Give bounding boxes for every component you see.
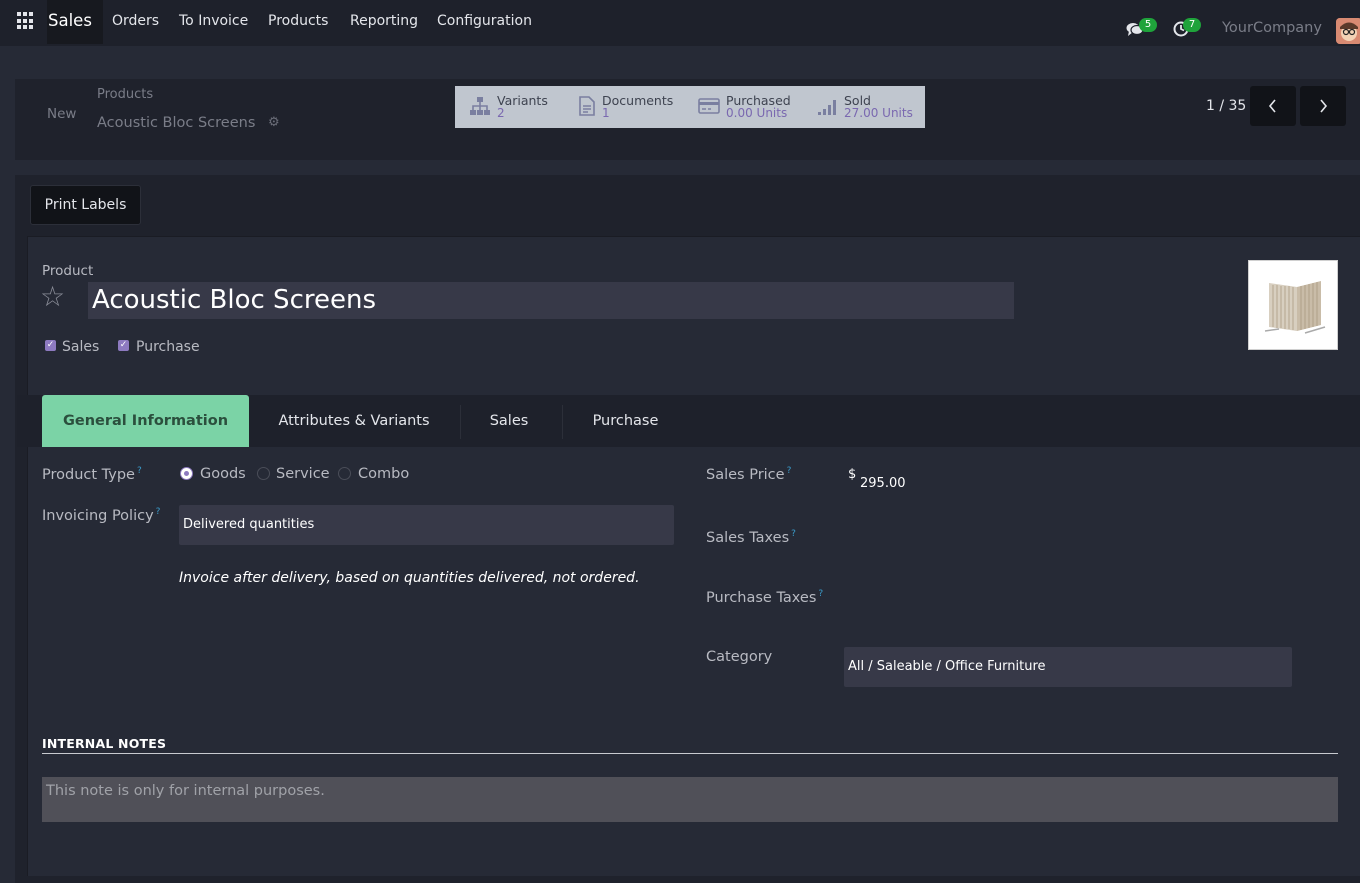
purchase-checkbox-label: Purchase xyxy=(136,339,200,355)
signal-bars-icon xyxy=(818,100,836,115)
menu-configuration[interactable]: Configuration xyxy=(437,0,532,44)
favorite-star-icon[interactable]: ☆ xyxy=(40,282,65,312)
document-icon xyxy=(579,96,595,116)
invoicing-policy-label: Invoicing Policy? xyxy=(42,507,161,524)
radio-goods[interactable] xyxy=(180,467,193,480)
print-labels-button[interactable]: Print Labels xyxy=(30,185,141,225)
radio-goods-label[interactable]: Goods xyxy=(200,466,246,482)
chevron-right-icon xyxy=(1320,99,1328,113)
help-icon[interactable]: ? xyxy=(818,589,823,599)
product-image[interactable] xyxy=(1248,260,1338,350)
app-brand[interactable]: Sales xyxy=(47,0,103,44)
tab-divider xyxy=(562,405,563,439)
sales-price-input[interactable]: 295.00 xyxy=(860,476,906,491)
help-icon[interactable]: ? xyxy=(787,466,792,476)
help-icon[interactable]: ? xyxy=(156,507,161,517)
category-label: Category xyxy=(706,649,773,665)
tab-attributes-variants[interactable]: Attributes & Variants xyxy=(264,395,444,447)
breadcrumb-current: Acoustic Bloc Screens xyxy=(97,115,256,131)
top-navbar: Sales Orders To Invoice Products Reporti… xyxy=(0,0,1360,46)
tab-divider xyxy=(460,405,461,439)
variants-smart-button[interactable]: Variants 2 xyxy=(469,86,579,128)
product-label: Product xyxy=(42,263,94,279)
documents-smart-button[interactable]: Documents 1 xyxy=(576,86,686,128)
tab-general-information[interactable]: General Information xyxy=(42,395,249,447)
help-icon[interactable]: ? xyxy=(137,466,142,476)
menu-reporting[interactable]: Reporting xyxy=(350,0,418,44)
tab-purchase[interactable]: Purchase xyxy=(578,395,673,447)
radio-combo-label[interactable]: Combo xyxy=(358,466,409,482)
help-icon[interactable]: ? xyxy=(791,529,796,539)
gear-icon[interactable]: ⚙ xyxy=(268,115,280,130)
purchased-value: 0.00 Units xyxy=(726,106,788,120)
menu-to-invoice[interactable]: To Invoice xyxy=(179,0,248,44)
sales-checkbox-label: Sales xyxy=(62,339,100,355)
category-select[interactable]: All / Saleable / Office Furniture xyxy=(844,647,1292,687)
sold-value: 27.00 Units xyxy=(844,106,913,120)
currency-symbol: $ xyxy=(848,467,857,482)
internal-notes-title: INTERNAL NOTES xyxy=(42,736,167,751)
chevron-left-icon xyxy=(1268,99,1276,113)
product-name-input[interactable]: Acoustic Bloc Screens xyxy=(88,282,1014,319)
sitemap-icon xyxy=(470,97,490,115)
sales-taxes-label: Sales Taxes? xyxy=(706,529,796,546)
apps-grid-icon[interactable] xyxy=(17,12,35,30)
smart-buttons: Variants 2 Documents 1 Purchased 0.00 Un… xyxy=(455,86,925,128)
purchase-taxes-label: Purchase Taxes? xyxy=(706,589,824,606)
tab-sales[interactable]: Sales xyxy=(462,395,556,447)
radio-service[interactable] xyxy=(257,467,270,480)
credit-card-icon xyxy=(698,98,720,114)
purchased-smart-button[interactable]: Purchased 0.00 Units xyxy=(698,86,808,128)
pager-value[interactable]: 1 / 35 xyxy=(1206,98,1246,114)
product-type-label: Product Type? xyxy=(42,466,142,483)
messages-badge: 5 xyxy=(1139,18,1157,32)
invoicing-policy-select[interactable]: Delivered quantities xyxy=(179,505,674,545)
documents-value: 1 xyxy=(602,106,610,120)
internal-notes-editor[interactable]: This note is only for internal purposes. xyxy=(42,777,1338,822)
company-switcher[interactable]: YourCompany xyxy=(1222,20,1322,36)
documents-label: Documents xyxy=(602,93,674,108)
sold-smart-button[interactable]: Sold 27.00 Units xyxy=(817,86,917,128)
radio-combo[interactable] xyxy=(338,467,351,480)
internal-notes-divider xyxy=(42,753,1338,754)
radio-service-label[interactable]: Service xyxy=(276,466,330,482)
breadcrumb-parent[interactable]: Products xyxy=(97,87,153,102)
new-button[interactable]: New xyxy=(47,106,76,122)
purchase-checkbox[interactable]: ✓ xyxy=(118,340,129,351)
variants-value: 2 xyxy=(497,106,505,120)
sales-checkbox[interactable]: ✓ xyxy=(45,340,56,351)
activities-badge: 7 xyxy=(1183,18,1201,32)
menu-orders[interactable]: Orders xyxy=(112,0,159,44)
menu-products[interactable]: Products xyxy=(268,0,328,44)
sales-price-label: Sales Price? xyxy=(706,466,792,483)
user-avatar[interactable] xyxy=(1336,18,1360,44)
pager-next-button[interactable] xyxy=(1300,86,1346,126)
pager-previous-button[interactable] xyxy=(1250,86,1296,126)
invoicing-policy-hint: Invoice after delivery, based on quantit… xyxy=(179,570,640,586)
